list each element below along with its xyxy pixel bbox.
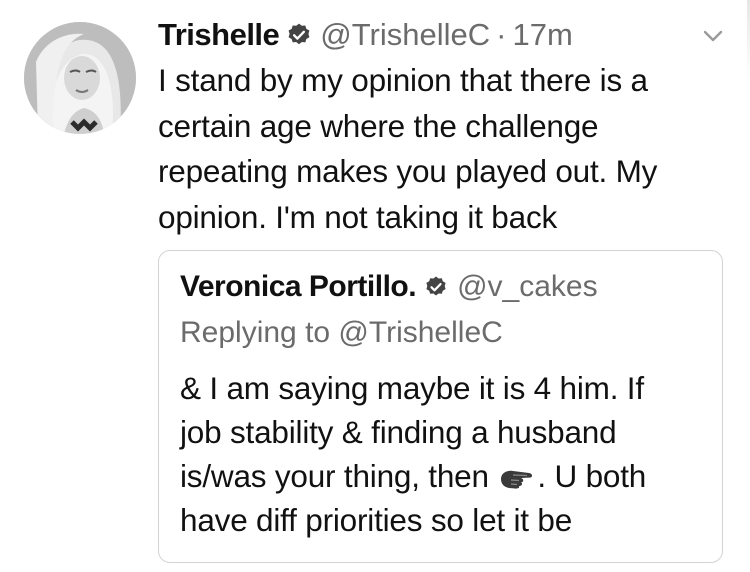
verified-badge-icon	[426, 276, 446, 296]
handle[interactable]: @TrishelleC	[320, 17, 490, 53]
quoted-tweet-header: Veronica Portillo. @v_cakes	[180, 266, 710, 308]
reply-context: Replying to @TrishelleC	[180, 316, 503, 349]
tweet-card[interactable]: Trishelle @TrishelleC · 17m I stand by m…	[0, 0, 750, 572]
quoted-text-line: job stability & finding a husband	[180, 414, 617, 450]
quoted-handle: @v_cakes	[457, 270, 598, 303]
quoted-display-name: Veronica Portillo.	[180, 270, 417, 303]
tweet-header: Trishelle @TrishelleC · 17m	[158, 14, 728, 56]
quoted-text-line: & I am saying maybe it is 4 him. If	[180, 370, 644, 406]
quoted-text-segment: is/was your thing, then	[180, 458, 498, 494]
quoted-text-segment: . U both	[537, 458, 647, 494]
separator: ·	[496, 17, 507, 52]
pointing-hand-emoji	[501, 470, 533, 489]
timestamp[interactable]: 17m	[512, 17, 572, 53]
tweet-text: I stand by my opinion that there is a ce…	[158, 62, 658, 235]
chevron-down-icon[interactable]	[700, 26, 726, 46]
tweet-content: Trishelle @TrishelleC · 17m I stand by m…	[158, 14, 728, 240]
avatar[interactable]	[24, 22, 136, 134]
display-name[interactable]: Trishelle	[158, 17, 280, 53]
quoted-tweet-text: & I am saying maybe it is 4 him. If job …	[180, 366, 710, 542]
verified-badge-icon	[288, 23, 310, 45]
quoted-tweet[interactable]: Veronica Portillo. @v_cakes Replying to …	[158, 250, 723, 563]
quoted-text-line: is/was your thing, then . U both	[180, 454, 710, 498]
quoted-tweet-content: Veronica Portillo. @v_cakes Replying to …	[180, 266, 710, 542]
quoted-text-line: have diff priorities so let it be	[180, 502, 573, 538]
profile-photo	[24, 22, 136, 134]
